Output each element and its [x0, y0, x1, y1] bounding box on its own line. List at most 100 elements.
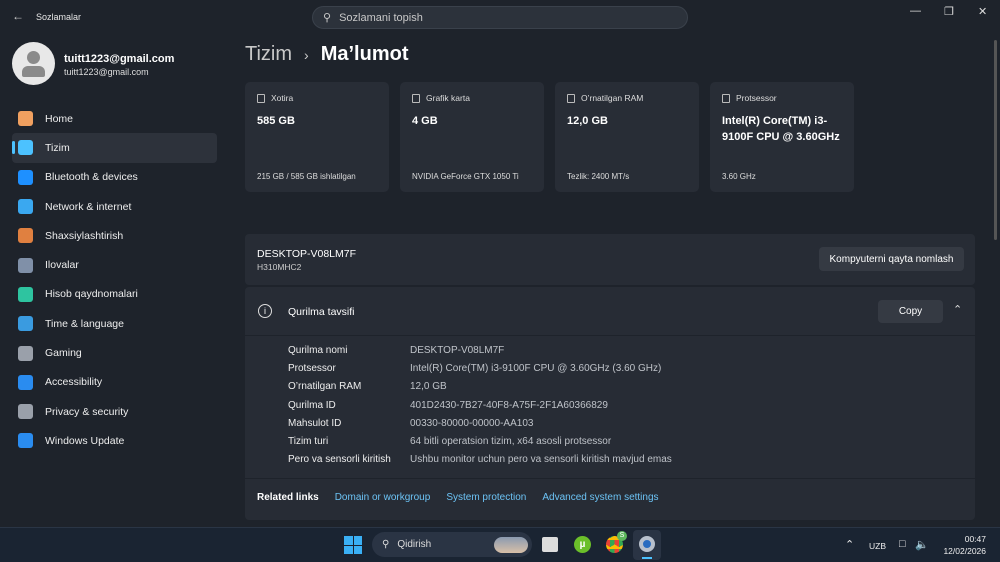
specs-title: Qurilma tavsifi [288, 306, 355, 318]
spec-value: 64 bitli operatsion tizim, x64 asosli pr… [410, 436, 612, 448]
page-title: Ma’lumot [320, 43, 409, 65]
spec-card: Grafik karta 4 GB NVIDIA GeForce GTX 1050 … [400, 82, 544, 192]
back-button[interactable]: ← [12, 9, 24, 23]
chevron-up-icon[interactable]: ⌃ [845, 538, 854, 551]
language-indicator[interactable]: UZB [869, 541, 886, 551]
scrollbar[interactable] [994, 40, 997, 240]
spec-card-sub: Tezlik: 2400 MT/s [567, 172, 630, 181]
search-icon: ⚲ [382, 539, 390, 550]
spec-card: Protsessor Intel(R) Core(TM) i3-9100F CPU… [710, 82, 854, 192]
sidebar-item-windows-update[interactable]: Windows Update [12, 426, 217, 455]
spec-card-value: 12,0 GB [567, 115, 608, 127]
sidebar-item-hisob-qaydnomalari[interactable]: Hisob qaydnomalari [12, 280, 217, 309]
avatar[interactable] [12, 42, 55, 85]
spec-key: O’rnatilgan RAM [288, 381, 362, 393]
spec-card-value: 4 GB [412, 115, 438, 127]
brush-icon [18, 228, 33, 244]
spec-card-sub: 215 GB / 585 GB ishlatilgan [257, 172, 356, 181]
date: 12/02/2026 [943, 546, 986, 556]
sidebar-item-network-internet[interactable]: Network & internet [12, 192, 217, 221]
spec-card-value: 585 GB [257, 115, 295, 127]
task-view-icon[interactable] [542, 537, 558, 552]
window-title: Sozlamalar [36, 12, 82, 22]
sidebar-item-privacy-security[interactable]: Privacy & security [12, 397, 217, 426]
taskbar-search-text: Qidirish [397, 539, 432, 550]
apps-icon [18, 257, 33, 273]
chrome-badge: S [617, 531, 627, 541]
sidebar-item-label: Privacy & security [45, 405, 129, 418]
utorrent-icon[interactable]: µ [574, 536, 591, 553]
chevron-up-icon[interactable]: ⌃ [953, 303, 962, 316]
settings-taskbar-button[interactable] [633, 530, 661, 560]
time: 00:47 [964, 534, 986, 544]
settings-search-input[interactable]: ⚲ Sozlamani topish [312, 6, 688, 29]
shield-icon [18, 404, 33, 420]
network-icon[interactable]: □ [899, 538, 906, 550]
spec-card: O’rnatilgan RAM 12,0 GB Tezlik: 2400 MT/s [555, 82, 699, 192]
sidebar-item-label: Gaming [45, 347, 82, 360]
account-icon [18, 286, 33, 302]
device-specs-panel: i Qurilma tavsifi Copy ⌃ Qurilma nomi DES… [245, 287, 975, 520]
sidebar-item-accessibility[interactable]: Accessibility [12, 368, 217, 397]
sidebar-item-gaming[interactable]: Gaming [12, 338, 217, 367]
related-link[interactable]: System protection [446, 492, 526, 503]
spec-key: Mahsulot ID [288, 417, 342, 429]
sidebar-item-label: Home [45, 112, 74, 125]
spec-key: Tizim turi [288, 436, 329, 448]
sidebar-item-bluetooth-devices[interactable]: Bluetooth & devices [12, 163, 217, 192]
specs-header[interactable]: i Qurilma tavsifi Copy ⌃ [245, 287, 975, 336]
spec-card-sub: 3.60 GHz [722, 172, 756, 181]
rename-pc-button[interactable]: Kompyuterni qayta nomlash [819, 247, 964, 271]
clock[interactable]: 00:47 12/02/2026 [940, 533, 986, 557]
spec-card-label: Xotira [271, 93, 294, 103]
maximize-button[interactable]: ❐ [944, 5, 954, 18]
user-email: tuitt1223@gmail.com [64, 67, 149, 77]
spec-card-label: Protsessor [736, 93, 777, 103]
system-icon [18, 140, 33, 156]
chevron-right-icon: › [304, 46, 309, 63]
search-highlight-image [494, 536, 528, 553]
spec-card-icon [412, 93, 420, 103]
close-button[interactable]: ✕ [978, 5, 987, 18]
spec-row: O’rnatilgan RAM 12,0 GB [288, 378, 672, 396]
breadcrumb-parent[interactable]: Tizim [245, 43, 292, 66]
related-link[interactable]: Advanced system settings [542, 492, 658, 503]
spec-value: 12,0 GB [410, 381, 447, 393]
copy-button[interactable]: Copy [878, 300, 943, 323]
spec-key: Qurilma nomi [288, 344, 348, 356]
gamepad-icon [18, 345, 33, 361]
related-links-label: Related links [257, 492, 319, 503]
sidebar-item-time-language[interactable]: Time & language [12, 309, 217, 338]
taskbar-search[interactable]: ⚲ Qidirish [372, 532, 532, 557]
spec-card-label: Grafik karta [426, 93, 470, 103]
spec-card: Xotira 585 GB 215 GB / 585 GB ishlatilgan [245, 82, 389, 192]
related-link[interactable]: Domain or workgroup [335, 492, 431, 503]
taskbar: ⚲ Qidirish µ S ⌃ UZB □ 🔈 00:47 12/02/2026 [0, 527, 1000, 562]
sidebar-item-ilovalar[interactable]: Ilovalar [12, 250, 217, 279]
search-icon: ⚲ [323, 12, 332, 24]
minimize-button[interactable]: — [910, 5, 921, 17]
spec-value: Ushbu monitor uchun pero va sensorli kir… [410, 454, 672, 466]
device-model: H310MHC2 [257, 262, 302, 272]
user-name: tuitt1223@gmail.com [64, 53, 175, 65]
volume-icon[interactable]: 🔈 [915, 538, 929, 551]
bluetooth-icon [18, 169, 33, 185]
sidebar-item-label: Shaxsiylashtirish [45, 229, 124, 242]
spec-row: Pero va sensorli kiritish Ushbu monitor u… [288, 451, 672, 469]
sidebar-item-shaxsiylashtirish[interactable]: Shaxsiylashtirish [12, 221, 217, 250]
spec-card-icon [567, 93, 575, 103]
accessibility-icon [18, 374, 33, 390]
sidebar-item-home[interactable]: Home [12, 104, 217, 133]
sidebar-item-label: Network & internet [45, 200, 132, 213]
sidebar-nav: Home Tizim Bluetooth & devices Network & in… [12, 104, 217, 456]
spec-value: Intel(R) Core(TM) i3-9100F CPU @ 3.60GHz… [410, 362, 662, 374]
sidebar-item-label: Tizim [45, 141, 70, 154]
specs-list: Qurilma nomi DESKTOP-V08LM7F Protsessor Int… [288, 341, 672, 469]
spec-value: 401D2430-7B27-40F8-A75F-2F1A60366829 [410, 399, 608, 411]
start-button[interactable] [344, 536, 362, 554]
sidebar-item-label: Windows Update [45, 434, 125, 447]
breadcrumb: Tizim › Ma’lumot [245, 43, 408, 66]
spec-value: DESKTOP-V08LM7F [410, 344, 505, 356]
spec-key: Protsessor [288, 362, 336, 374]
sidebar-item-tizim[interactable]: Tizim [12, 133, 217, 163]
